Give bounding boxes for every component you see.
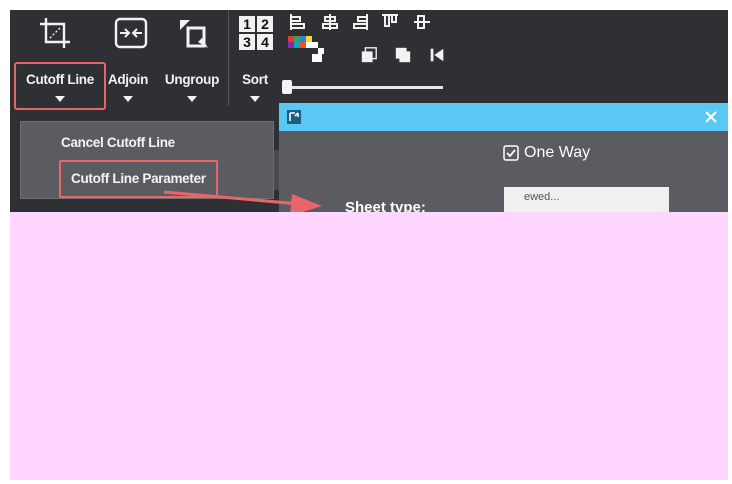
align-center-icon[interactable]: [320, 12, 340, 32]
resize-corner-icon: [180, 20, 208, 48]
sheet-type-label: Sheet type:: [345, 199, 426, 212]
merge-arrows-icon: [114, 17, 148, 49]
number-grid-icon: 1 2 3 4: [239, 16, 273, 50]
chevron-down-icon: [250, 96, 260, 102]
zoom-slider-thumb[interactable]: [282, 80, 292, 94]
align-icons-row: [288, 12, 448, 34]
bring-forward-icon[interactable]: [360, 46, 378, 64]
sort-button[interactable]: Sort: [232, 62, 278, 110]
digit: 3: [239, 34, 255, 50]
arrange-icons-row: [288, 36, 448, 70]
chevron-down-icon: [123, 96, 133, 102]
chevron-down-icon: [55, 96, 65, 102]
send-backward-icon[interactable]: [394, 46, 412, 64]
skip-to-start-icon[interactable]: [428, 46, 446, 64]
menu-item-cancel-cutoff-line[interactable]: Cancel Cutoff Line: [61, 126, 175, 160]
adjoin-button[interactable]: Adjoin: [102, 62, 154, 110]
digit: 2: [257, 16, 273, 32]
align-left-icon[interactable]: [288, 12, 308, 32]
cutoff-line-label: Cutoff Line: [26, 72, 94, 87]
sheet-type-value: ewed...: [524, 191, 560, 203]
digit: 4: [257, 34, 273, 50]
callout-arrow: [163, 190, 322, 212]
one-way-checkbox[interactable]: One Way: [503, 143, 590, 163]
dialog-titlebar: [279, 103, 728, 131]
digit: 1: [239, 16, 255, 32]
crop-icon: [40, 18, 70, 48]
align-middle-icon[interactable]: [412, 12, 432, 32]
cutoff-line-button[interactable]: Cutoff Line: [14, 62, 106, 110]
redacted-area: [10, 212, 728, 480]
toolbar-separator: [228, 10, 229, 106]
ungroup-label: Ungroup: [164, 72, 220, 87]
one-way-label: One Way: [524, 144, 591, 161]
align-top-icon[interactable]: [380, 12, 400, 32]
cutoff-line-parameter-dialog: One Way Sheet type: ewed...: [279, 103, 728, 212]
adjoin-label: Adjoin: [107, 72, 149, 87]
checkbox-checked-icon: [503, 145, 519, 161]
ungroup-button[interactable]: Ungroup: [158, 62, 226, 110]
sheet-type-select[interactable]: ewed...: [504, 187, 669, 212]
chevron-down-icon: [187, 96, 197, 102]
align-right-icon[interactable]: [350, 12, 370, 32]
zoom-slider-track[interactable]: [285, 86, 443, 89]
color-palette-icon[interactable]: [288, 36, 328, 62]
dialog-app-icon: [287, 110, 301, 124]
sort-label: Sort: [242, 72, 268, 87]
application-window: 1 2 3 4 Cutoff Line Adjoin Ungroup Sort …: [10, 10, 728, 212]
close-icon[interactable]: [704, 110, 718, 124]
